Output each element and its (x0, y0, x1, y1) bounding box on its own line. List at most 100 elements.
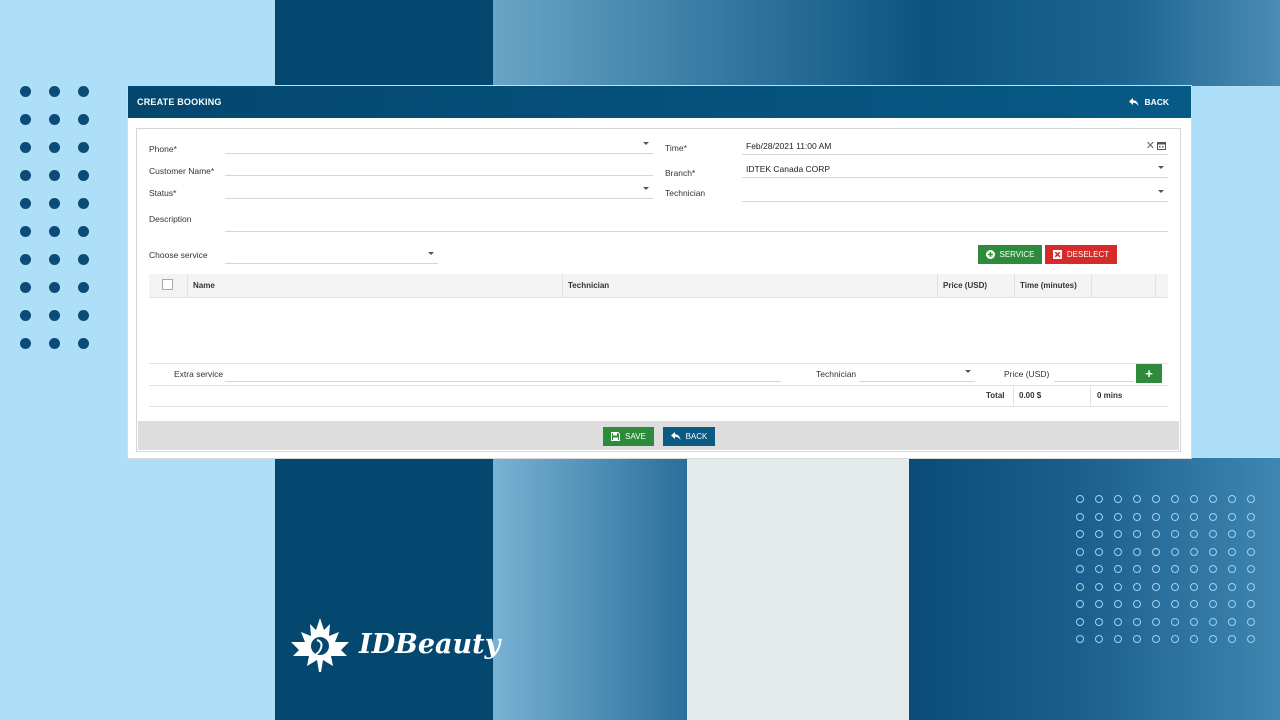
dot (49, 114, 60, 125)
dot (49, 282, 60, 293)
ring-dot (1228, 512, 1236, 521)
calendar-icon[interactable] (1157, 141, 1166, 150)
decorative-dots-left (20, 86, 90, 349)
ring-dot (1076, 547, 1084, 556)
ring-dot (1076, 582, 1084, 591)
extra-technician-label: Technician (816, 369, 857, 379)
ring-dot (1247, 495, 1255, 503)
ring-dot (1095, 635, 1103, 643)
ring-dot (1095, 600, 1103, 608)
ring-dot (1076, 530, 1084, 538)
booking-form: Phone* Customer Name* Status* Descriptio… (136, 128, 1181, 452)
dot (20, 170, 31, 181)
totals-separator (1090, 385, 1091, 406)
ring-dot (1133, 635, 1141, 643)
technician-label: Technician (665, 188, 706, 198)
clear-icon[interactable]: ✕ (1146, 139, 1155, 153)
extra-service-label: Extra service (174, 369, 224, 379)
ring-dot (1095, 582, 1103, 591)
dot (49, 310, 60, 321)
branch-label: Branch* (665, 168, 696, 178)
back-arrow-icon (670, 432, 681, 441)
ring-dot (1209, 495, 1217, 503)
chevron-down-icon (1158, 166, 1164, 169)
ring-dot (1171, 582, 1179, 591)
extra-service-input[interactable] (225, 366, 781, 382)
ring-dot (1228, 635, 1236, 643)
phone-select[interactable] (225, 138, 653, 154)
dot (49, 254, 60, 265)
dot (49, 142, 60, 153)
ring-dot (1133, 600, 1141, 608)
dot (49, 338, 60, 349)
save-button[interactable]: SAVE (603, 427, 654, 446)
background-light-column (687, 458, 909, 720)
dot (78, 114, 89, 125)
ring-dot (1095, 512, 1103, 521)
dot (20, 310, 31, 321)
extra-technician-select[interactable] (859, 366, 975, 382)
maple-leaf-logo-icon (291, 618, 349, 672)
description-input[interactable] (225, 201, 1168, 232)
ring-dot (1152, 512, 1160, 521)
decorative-rings-right (1076, 495, 1258, 643)
ring-dot (1209, 565, 1217, 573)
close-square-icon (1052, 250, 1062, 259)
ring-dot (1247, 600, 1255, 608)
select-all-checkbox[interactable] (162, 279, 173, 290)
dot (78, 198, 89, 209)
add-service-button[interactable]: SERVICE (978, 245, 1042, 264)
background-gradient-top (493, 0, 1280, 86)
branch-select[interactable]: IDTEK Canada CORP (742, 162, 1168, 178)
ring-dot (1076, 495, 1084, 503)
ring-dot (1247, 547, 1255, 556)
ring-dot (1209, 635, 1217, 643)
ring-dot (1247, 565, 1255, 573)
add-extra-service-button[interactable]: + (1136, 364, 1162, 383)
ring-dot (1114, 582, 1122, 591)
total-time-value: 0 mins (1097, 391, 1123, 400)
ring-dot (1076, 635, 1084, 643)
back-button[interactable]: BACK (663, 427, 715, 446)
divider (149, 363, 1168, 364)
extra-price-input[interactable] (1054, 366, 1134, 382)
ring-dot (1228, 565, 1236, 573)
ring-dot (1152, 565, 1160, 573)
ring-dot (1209, 617, 1217, 626)
customer-name-input[interactable] (225, 160, 653, 176)
header-back-button[interactable]: BACK (1129, 97, 1169, 107)
dot (49, 86, 60, 97)
dot (78, 310, 89, 321)
deselect-button[interactable]: DESELECT (1045, 245, 1117, 264)
ring-dot (1190, 530, 1198, 538)
background-gradient-column (493, 458, 687, 720)
choose-service-select[interactable] (225, 248, 438, 264)
ring-dot (1171, 512, 1179, 521)
ring-dot (1190, 600, 1198, 608)
dot (49, 226, 60, 237)
time-datetime-input[interactable]: Feb/28/2021 11:00 AM ✕ (742, 139, 1168, 155)
services-table-body (149, 298, 1168, 363)
ring-dot (1152, 635, 1160, 643)
ring-dot (1171, 617, 1179, 626)
dot (78, 338, 89, 349)
ring-dot (1114, 565, 1122, 573)
dot (49, 170, 60, 181)
ring-dot (1152, 617, 1160, 626)
technician-select[interactable] (742, 186, 1168, 202)
ring-dot (1133, 512, 1141, 521)
ring-dot (1209, 512, 1217, 521)
ring-dot (1114, 512, 1122, 521)
chevron-down-icon (1158, 190, 1164, 193)
dot (20, 282, 31, 293)
ring-dot (1228, 495, 1236, 503)
column-header-actions (1091, 274, 1156, 297)
ring-dot (1133, 582, 1141, 591)
ring-dot (1152, 530, 1160, 538)
header-back-label: BACK (1144, 97, 1169, 107)
customer-name-label: Customer Name* (149, 166, 215, 176)
ring-dot (1133, 547, 1141, 556)
ring-dot (1247, 582, 1255, 591)
status-select[interactable] (225, 183, 653, 199)
ring-dot (1114, 547, 1122, 556)
